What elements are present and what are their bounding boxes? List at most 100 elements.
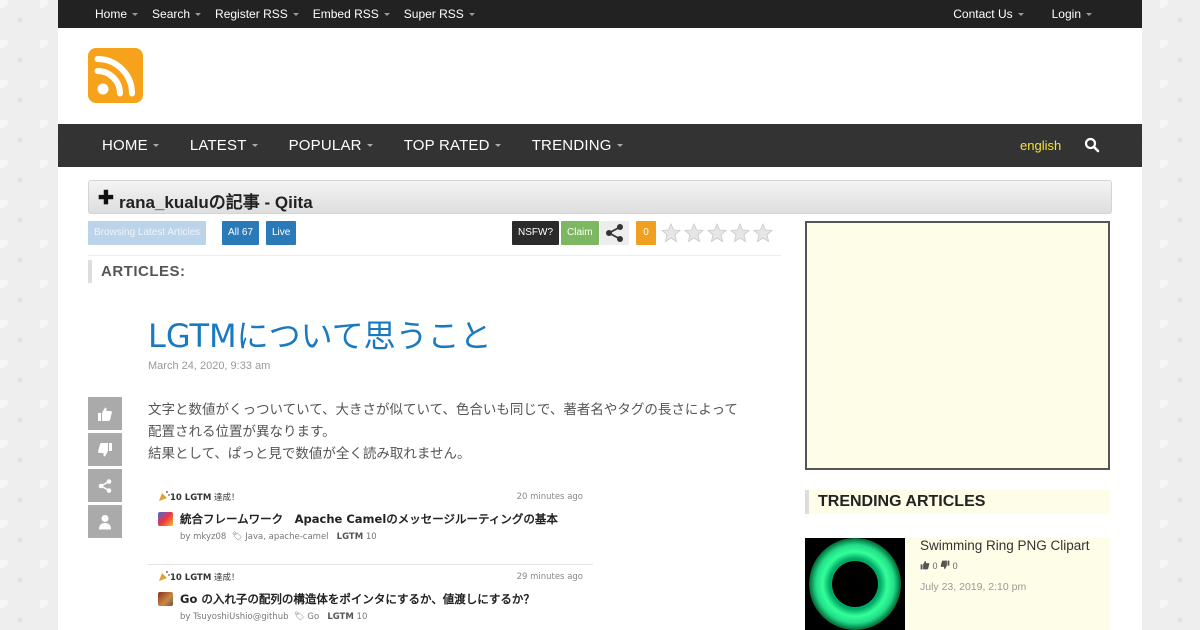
count-badge: 0 (636, 221, 656, 245)
site-header (58, 28, 1142, 124)
topnav-login[interactable]: Login (1052, 7, 1092, 21)
upvote-count: 0 (932, 561, 938, 571)
caret-down-icon (616, 144, 623, 147)
lgtm-notice-suffix: 達成！ (214, 573, 240, 583)
topnav-search[interactable]: Search (152, 7, 202, 21)
qiita-item-author[interactable]: by TsuyoshiUshio@github (180, 612, 289, 622)
thumbs-up-icon[interactable] (920, 560, 930, 572)
nav-trending-label: TRENDING (531, 137, 612, 154)
lgtm-notice: 10 LGTM 達成！ (170, 491, 240, 503)
share-button[interactable] (600, 221, 629, 245)
qiita-item-tags[interactable]: Java, apache-camel (245, 532, 328, 542)
caret-down-icon (132, 12, 139, 16)
trending-item-title[interactable]: Swimming Ring PNG Clipart (920, 538, 1090, 553)
topnav-contact-us[interactable]: Contact Us (953, 7, 1024, 21)
tag-icon: 🏷 (293, 612, 305, 622)
trending-item[interactable]: Swimming Ring PNG Clipart 0 0 July 23, 2… (805, 538, 1110, 630)
dislike-button[interactable] (88, 433, 122, 466)
thumbs-down-icon[interactable] (940, 560, 950, 572)
caret-down-icon (292, 12, 299, 16)
caret-down-icon (366, 144, 373, 147)
article-title[interactable]: LGTMについて思うこと (148, 311, 492, 357)
feed-title: rana_kualuの記事 - Qiita (119, 193, 313, 212)
timestamp: 20 minutes ago (516, 492, 583, 502)
article-paragraph: 結果として、ぱっと見で数値が全く読み取れません。 (148, 446, 471, 462)
lgtm-count: 10 (365, 532, 377, 542)
like-button[interactable] (88, 397, 122, 430)
main-navbar: HOME LATEST POPULAR TOP RATED TRENDING e… (58, 124, 1142, 167)
lgtm-notice-count: 10 LGTM (170, 573, 212, 583)
divider (88, 255, 781, 256)
article-paragraph: 配置される位置が異なります。 (148, 424, 336, 440)
topnav-register-rss[interactable]: Register RSS (215, 7, 299, 21)
search-icon[interactable] (1084, 137, 1100, 153)
user-icon (99, 514, 111, 529)
lgtm-label: LGTM (327, 612, 354, 622)
party-popper-icon (159, 571, 170, 581)
share-article-button[interactable] (88, 469, 122, 502)
top-navbar: Home Search Register RSS Embed RSS Super… (58, 0, 1142, 28)
qiita-item-tags[interactable]: Go (307, 612, 319, 622)
caret-down-icon (1086, 12, 1092, 16)
article-paragraph: 文字と数値がくっついていて、大きさが似ていて、色合いも同じで、著者名やタグの長さ… (148, 402, 738, 418)
topnav-super-rss-label: Super RSS (403, 7, 464, 21)
qiita-item-title[interactable]: 統合フレームワーク Apache Camelのメッセージルーティングの基本 (180, 511, 558, 527)
thumbs-down-icon (98, 442, 112, 456)
qiita-item-title[interactable]: Go の入れ子の配列の構造体をポインタにするか、値渡しにするか？ (180, 591, 535, 607)
live-button[interactable]: Live (266, 221, 297, 245)
topnav-embed-rss[interactable]: Embed RSS (313, 7, 390, 21)
nsfw-button[interactable]: NSFW? (512, 221, 559, 245)
star-icon[interactable] (661, 223, 681, 243)
claim-button[interactable]: Claim (561, 221, 599, 245)
trending-thumbnail[interactable] (805, 538, 905, 630)
all-count-button[interactable]: All 67 (222, 221, 260, 245)
caret-down-icon (195, 12, 202, 16)
nav-home[interactable]: HOME (102, 137, 159, 154)
lgtm-notice-suffix: 達成！ (214, 493, 240, 503)
articles-heading: ARTICLES: (88, 260, 186, 283)
avatar (158, 592, 173, 606)
trending-item-date: July 23, 2019, 2:10 pm (920, 581, 1027, 593)
nav-top-rated-label: TOP RATED (403, 137, 490, 154)
nav-home-label: HOME (102, 137, 148, 154)
author-button[interactable] (88, 505, 122, 538)
star-icon[interactable] (730, 223, 750, 243)
topnav-search-label: Search (152, 7, 191, 21)
qiita-item-author[interactable]: by mkyz08 (180, 532, 226, 542)
lgtm-count: 10 (356, 612, 368, 622)
star-icon[interactable] (684, 223, 704, 243)
ad-placeholder (805, 221, 1110, 470)
browsing-latest-badge[interactable]: Browsing Latest Articles (88, 221, 207, 245)
avatar (158, 512, 173, 526)
topnav-super-rss[interactable]: Super RSS (404, 7, 475, 21)
topnav-register-rss-label: Register RSS (215, 7, 288, 21)
rating-stars[interactable] (661, 223, 776, 243)
caret-down-icon (251, 144, 258, 147)
star-icon[interactable] (707, 223, 727, 243)
nav-popular[interactable]: POPULAR (289, 137, 373, 154)
embedded-qiita-feed: 10 LGTM 達成！ 20 minutes ago 統合フレームワーク Apa… (148, 485, 593, 630)
star-icon[interactable] (753, 223, 773, 243)
lgtm-label: LGTM (336, 532, 364, 542)
nav-trending[interactable]: TRENDING (532, 137, 623, 154)
rss-logo-icon[interactable] (88, 48, 143, 103)
downvote-count: 0 (952, 561, 958, 571)
share-icon (98, 478, 112, 493)
caret-down-icon (152, 144, 159, 147)
article-actions (88, 397, 122, 541)
plus-icon[interactable]: ✚ (98, 187, 114, 210)
topnav-home-label: Home (95, 7, 128, 21)
caret-down-icon (383, 12, 390, 16)
article-body: 文字と数値がくっついていて、大きさが似ていて、色合いも同じで、著者名やタグの長さ… (148, 399, 788, 465)
nav-latest[interactable]: LATEST (190, 137, 258, 154)
tag-icon: 🏷 (231, 532, 243, 542)
trending-item-votes: 0 0 (920, 560, 958, 572)
nav-latest-label: LATEST (189, 137, 247, 154)
topnav-embed-rss-label: Embed RSS (312, 7, 379, 21)
qiita-item-meta: by TsuyoshiUshio@github 🏷 Go LGTM 10 (180, 612, 367, 622)
topnav-home[interactable]: Home (95, 7, 139, 21)
feed-title-bar: ✚ rana_kualuの記事 - Qiita (88, 180, 1112, 214)
nav-top-rated[interactable]: TOP RATED (404, 137, 501, 154)
language-selector[interactable]: english (1020, 138, 1061, 153)
caret-down-icon (494, 144, 501, 147)
